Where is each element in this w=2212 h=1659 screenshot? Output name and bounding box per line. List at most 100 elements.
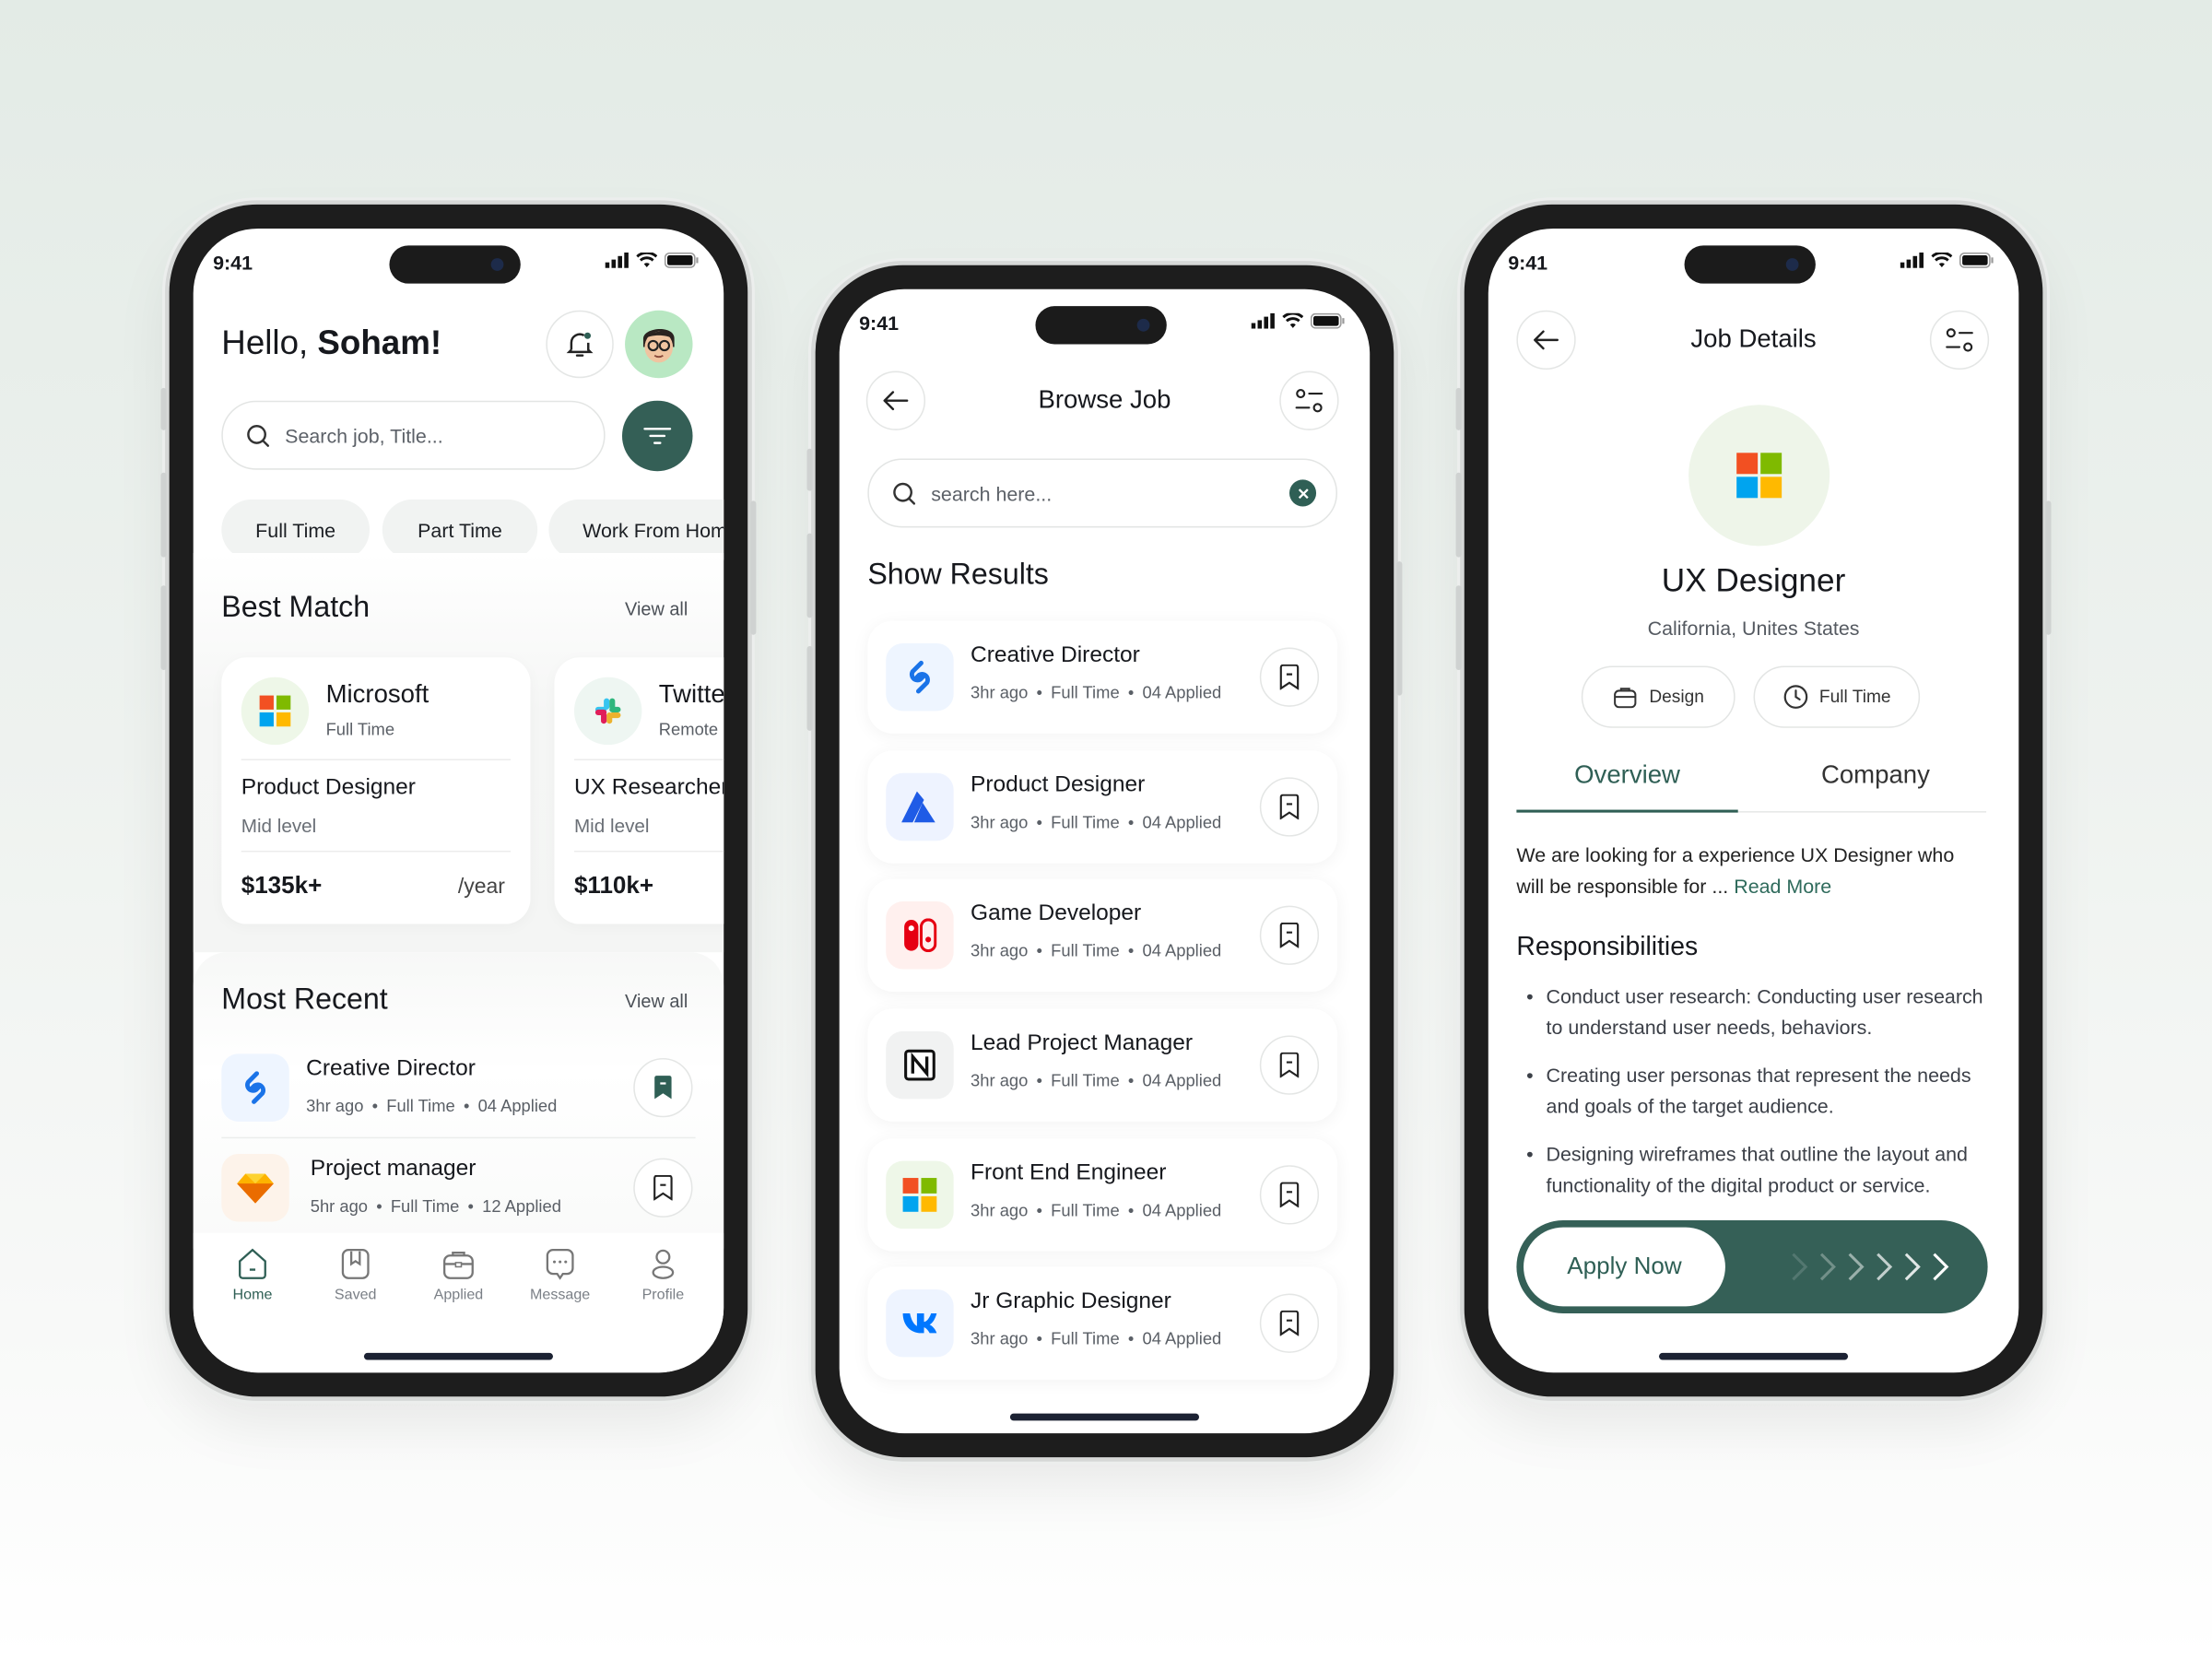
- chip-part-time[interactable]: Part Time: [382, 499, 538, 560]
- most-recent-title: Most Recent: [221, 982, 388, 1017]
- search-icon: [247, 424, 270, 447]
- bookmark-filled-icon: [654, 1076, 672, 1100]
- home-indicator: [1658, 1352, 1849, 1360]
- battery-icon: [1310, 312, 1345, 329]
- job-result-card[interactable]: Creative Director 3hr ago • Full Time • 04 A…: [867, 620, 1338, 734]
- home-indicator: [363, 1352, 553, 1360]
- most-recent-view-all[interactable]: View all: [625, 990, 688, 1011]
- clear-search-button[interactable]: [1288, 479, 1317, 507]
- chip-full-time[interactable]: Full Time: [221, 499, 371, 560]
- notification-button[interactable]: [546, 310, 614, 379]
- bookmark-button[interactable]: [1259, 1035, 1320, 1095]
- battery-icon: [1959, 252, 1994, 268]
- salary: $110k+: [573, 871, 654, 899]
- recent-item[interactable]: Creative Director 3hr ago • Full Time • 04 A…: [221, 1053, 695, 1138]
- bookmark-icon: [1279, 1310, 1300, 1336]
- apply-now-button[interactable]: Apply Now: [1524, 1227, 1725, 1307]
- shazam-logo: [221, 1053, 289, 1122]
- filter-button[interactable]: [621, 400, 693, 472]
- sketch-logo: [221, 1154, 289, 1222]
- bookmark-button[interactable]: [1259, 647, 1320, 707]
- dynamic-island: [1035, 306, 1167, 345]
- job-card-microsoft[interactable]: Microsoft Full Time Product Designer Mid…: [221, 657, 531, 924]
- status-time: 9:41: [213, 251, 253, 274]
- tab-overview[interactable]: Overview: [1516, 760, 1737, 790]
- job-role: Product Designer: [241, 775, 416, 800]
- search-input[interactable]: Search job, Title...: [221, 400, 606, 470]
- apply-now-slider[interactable]: Apply Now: [1516, 1219, 1988, 1313]
- bookmark-button[interactable]: [1259, 905, 1320, 965]
- responsibility-item: • Creating user personas that represent t…: [1526, 1064, 1971, 1118]
- responsibility-item: • Conduct user research: Conducting user …: [1526, 984, 1983, 1039]
- job-result-card[interactable]: Product Designer 3hr ago • Full Time • 04 Ap…: [867, 750, 1338, 864]
- message-icon: [546, 1248, 574, 1280]
- avatar[interactable]: [625, 310, 693, 379]
- microsoft-logo: [1688, 405, 1830, 547]
- job-meta: 3hr ago • Full Time • 04 Applied: [971, 1070, 1222, 1091]
- results-title: Show Results: [867, 559, 1049, 592]
- tab-company[interactable]: Company: [1765, 760, 1986, 790]
- microsoft-logo: [241, 677, 310, 746]
- bookmark-button-saved[interactable]: [633, 1057, 693, 1118]
- job-result-card[interactable]: Lead Project Manager 3hr ago • Full Time • 0…: [867, 1008, 1338, 1122]
- job-meta: 3hr ago • Full Time • 04 Applied: [971, 812, 1222, 833]
- responsibilities-title: Responsibilities: [1516, 931, 1699, 961]
- phone-browse: 9:41 Browse Job search here... Show Resu…: [806, 265, 1403, 1458]
- responsibilities-list: • Conduct user research: Conducting user …: [1526, 981, 1995, 1201]
- job-result-card[interactable]: Game Developer 3hr ago • Full Time • 04 Appl…: [867, 878, 1338, 993]
- search-icon: [893, 482, 916, 504]
- recent-item[interactable]: Project manager 5hr ago • Full Time • 12 App…: [221, 1154, 695, 1239]
- nav-home[interactable]: Home: [210, 1247, 295, 1303]
- clock-icon: [1783, 685, 1807, 709]
- salary: $135k+: [241, 871, 323, 899]
- close-icon: [1298, 488, 1308, 499]
- job-result-card[interactable]: Jr Graphic Designer 3hr ago • Full Time • 04…: [867, 1266, 1338, 1380]
- battery-icon: [664, 252, 699, 268]
- bookmark-button[interactable]: [1259, 1293, 1320, 1353]
- bookmark-button[interactable]: [1259, 777, 1320, 837]
- triangle-logo: [886, 772, 954, 841]
- nav-saved[interactable]: Saved: [313, 1247, 398, 1303]
- read-more-link[interactable]: Read More: [1734, 875, 1831, 897]
- briefcase-icon: [1614, 688, 1637, 709]
- recent-title: Project manager: [310, 1157, 477, 1182]
- company-name: Microsoft: [325, 679, 429, 709]
- bookmark-icon: [1279, 1182, 1300, 1208]
- search-placeholder: search here...: [931, 481, 1053, 505]
- nav-profile[interactable]: Profile: [620, 1247, 705, 1303]
- job-location: California, Unites States: [1647, 616, 1860, 640]
- best-match-view-all[interactable]: View all: [625, 598, 688, 619]
- nav-message[interactable]: Message: [518, 1247, 603, 1303]
- job-level: Mid level: [573, 815, 650, 837]
- bookmark-button[interactable]: [633, 1158, 693, 1218]
- nav-applied[interactable]: Applied: [417, 1247, 501, 1303]
- job-title: Lead Project Manager: [971, 1030, 1194, 1055]
- user-icon: [652, 1249, 675, 1279]
- job-result-card[interactable]: Front End Engineer 3hr ago • Full Time • 04 …: [867, 1138, 1338, 1252]
- sliders-icon: [1946, 328, 1973, 352]
- filter-button[interactable]: [1279, 371, 1339, 430]
- bookmark-icon: [653, 1174, 673, 1201]
- tag-full-time: Full Time: [1753, 665, 1921, 728]
- signal-icon: [1251, 312, 1275, 329]
- job-role: UX Designer: [1661, 561, 1846, 598]
- job-card-twitter[interactable]: Twitter Remote UX Researcher Mid level $…: [554, 657, 724, 924]
- notion-logo: [886, 1030, 954, 1100]
- job-meta: 3hr ago • Full Time • 04 Applied: [971, 940, 1222, 961]
- signal-icon: [605, 252, 629, 268]
- job-title: Creative Director: [971, 642, 1140, 667]
- recent-title: Creative Director: [306, 1056, 476, 1081]
- status-time: 9:41: [1508, 251, 1548, 274]
- status-icons: [1251, 312, 1345, 329]
- chip-work-from-home[interactable]: Work From Home: [548, 499, 724, 560]
- home-screen: 9:41 Hello, Soham! Search job, Title... …: [193, 228, 724, 1373]
- chevrons-right-icon: [1792, 1253, 1949, 1281]
- recent-meta: 3hr ago • Full Time • 04 Applied: [306, 1096, 558, 1116]
- bookmark-button[interactable]: [1259, 1165, 1320, 1225]
- filter-icon: [643, 428, 672, 444]
- job-title: Jr Graphic Designer: [971, 1288, 1171, 1313]
- job-details-screen: 9:41 Job Details UX Designer California,…: [1488, 228, 2019, 1373]
- filter-button[interactable]: [1929, 310, 1990, 371]
- search-input[interactable]: search here...: [867, 458, 1338, 528]
- job-level: Mid level: [241, 815, 317, 837]
